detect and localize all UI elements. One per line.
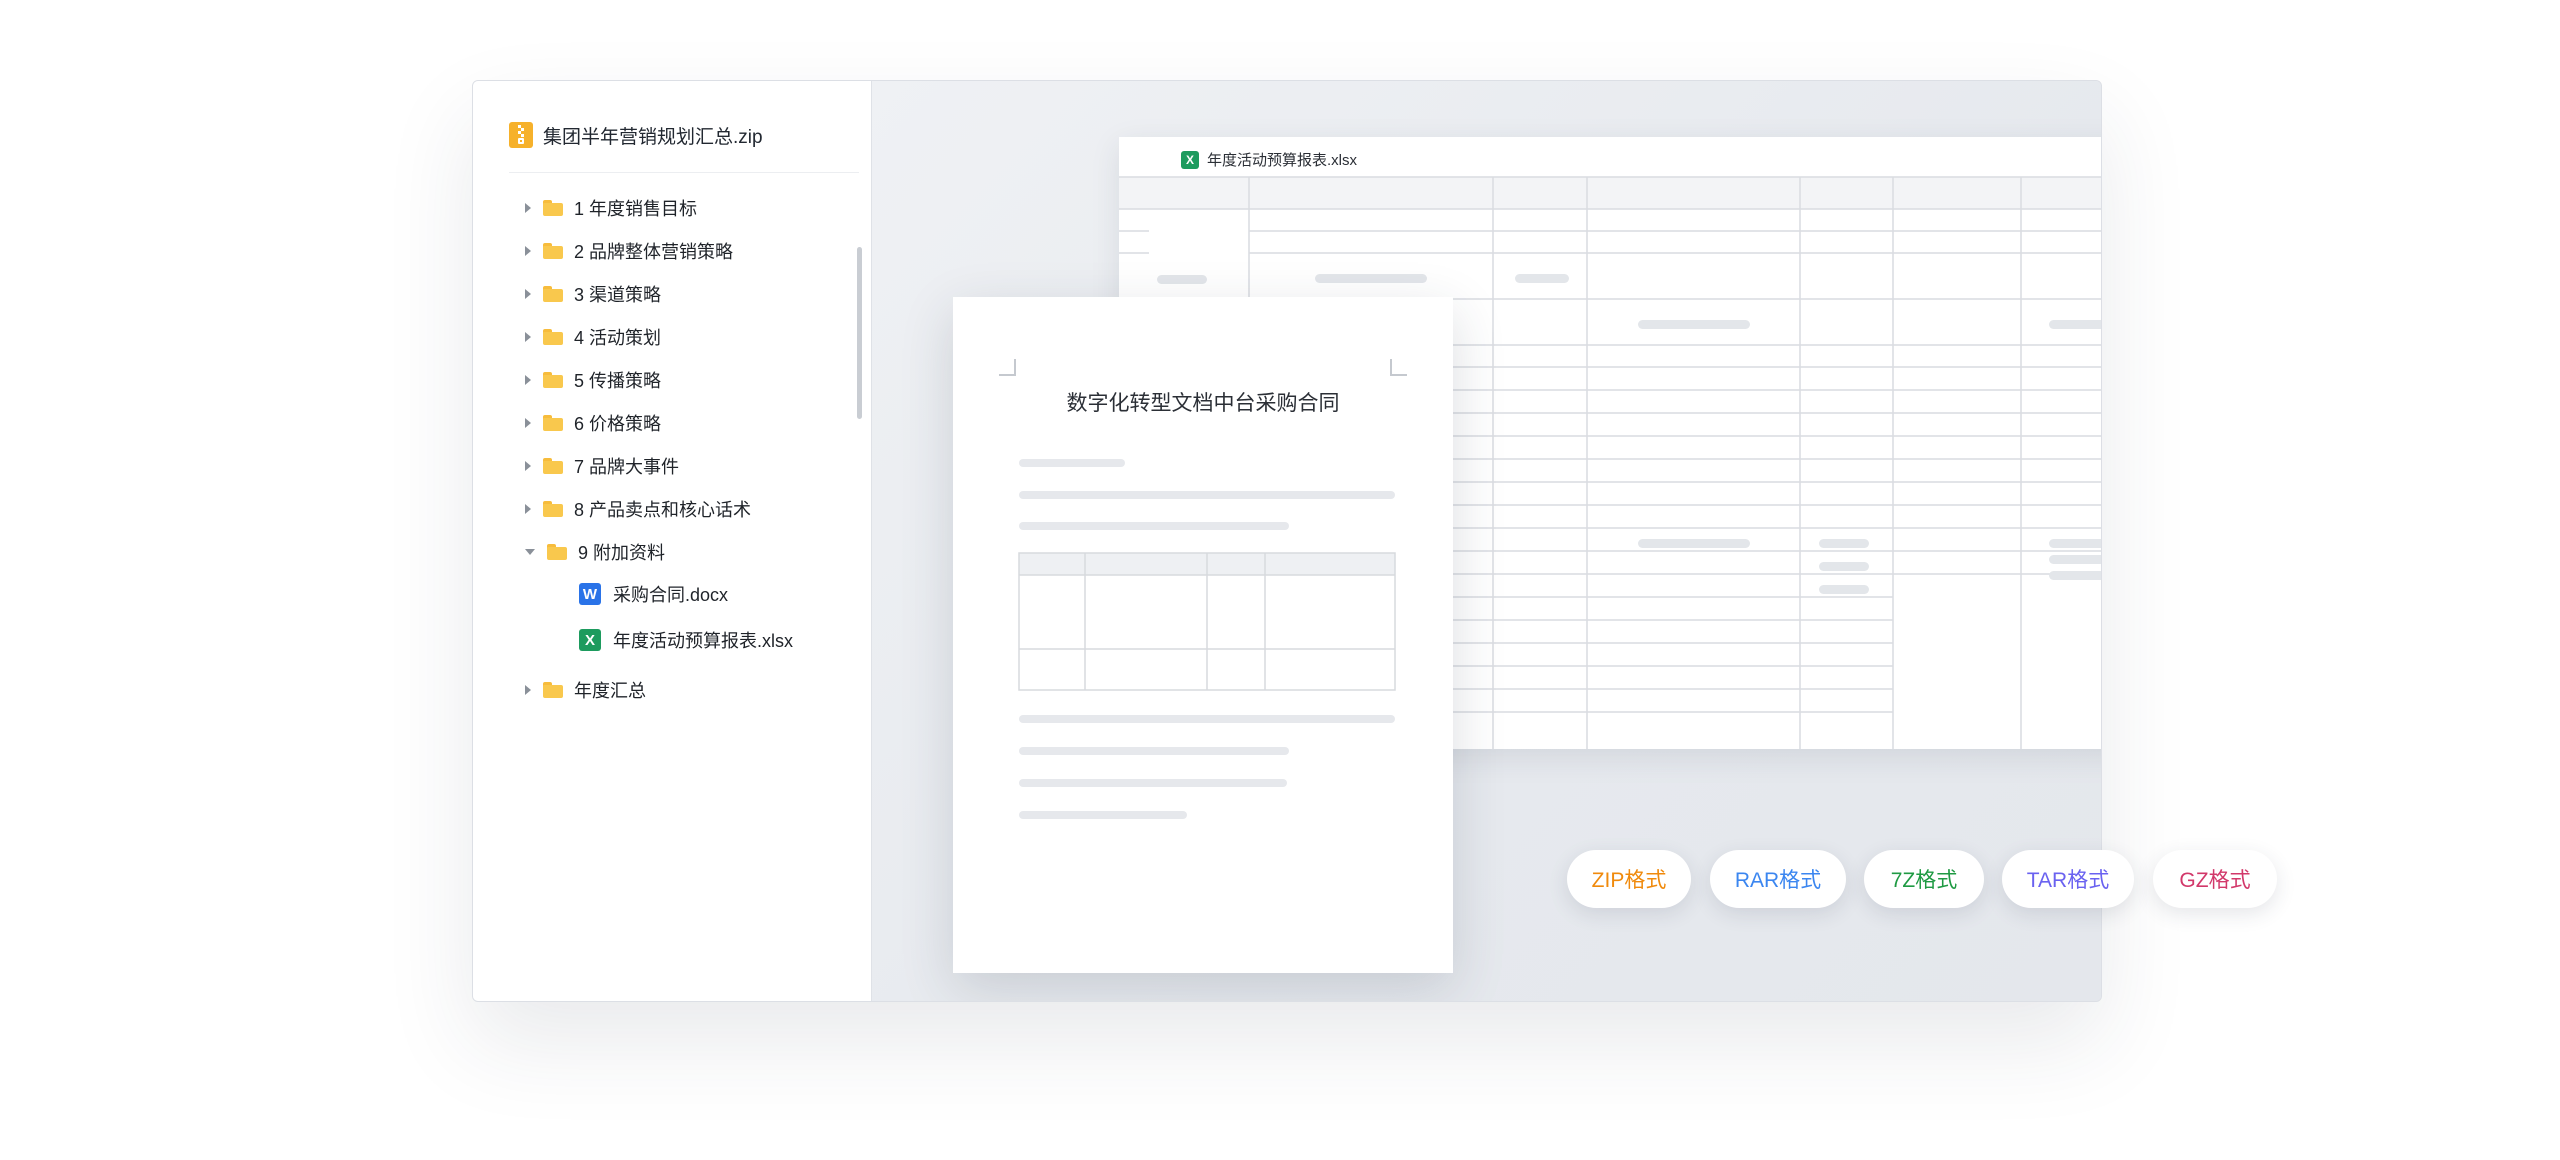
format-tag-label: RAR格式	[1734, 869, 1822, 892]
folder-icon	[543, 682, 563, 698]
word-icon: W	[579, 583, 601, 605]
caret-right-icon[interactable]	[525, 418, 531, 428]
caret-right-icon[interactable]	[525, 332, 531, 342]
folder-icon	[543, 329, 563, 345]
caret-right-icon[interactable]	[525, 289, 531, 299]
format-tag-tar[interactable]: TAR格式	[2002, 850, 2134, 908]
folder-icon	[547, 544, 567, 560]
caret-right-icon[interactable]	[525, 203, 531, 213]
tree-item-label: 4 活动策划	[574, 328, 662, 348]
format-tag-7z[interactable]: 7Z格式	[1864, 850, 1984, 908]
tree-item-label: 年度活动预算报表.xlsx	[613, 631, 793, 651]
format-tag-label: 7Z格式	[1890, 869, 1958, 892]
folder-icon	[543, 415, 563, 431]
excel-icon: X	[579, 629, 601, 651]
caret-right-icon[interactable]	[525, 375, 531, 385]
folder-icon	[543, 458, 563, 474]
folder-icon	[543, 243, 563, 259]
sidebar-scrollbar[interactable]	[857, 247, 862, 419]
folder-icon	[543, 501, 563, 517]
tree-item-label: 6 价格策略	[574, 414, 662, 434]
tree-item-label: 5 传播策略	[574, 371, 662, 391]
tree-item-label: 采购合同.docx	[613, 585, 729, 605]
tree-folder-item[interactable]: 8 产品卖点和核心话术	[525, 494, 751, 524]
zip-archive-icon	[509, 122, 533, 148]
format-tag-rar[interactable]: RAR格式	[1710, 850, 1846, 908]
tree-file-item[interactable]: X 年度活动预算报表.xlsx	[579, 625, 793, 655]
tree-file-item[interactable]: W 采购合同.docx	[579, 579, 728, 609]
tree-folder-item[interactable]: 5 传播策略	[525, 365, 661, 395]
caret-right-icon[interactable]	[525, 504, 531, 514]
tree-folder-item[interactable]: 3 渠道策略	[525, 279, 661, 309]
archive-header[interactable]: 集团半年营销规划汇总.zip	[509, 117, 763, 153]
tree-item-label: 3 渠道策略	[574, 285, 662, 305]
tree-folder-item[interactable]: 6 价格策略	[525, 408, 661, 438]
tree-item-label: 8 产品卖点和核心话术	[574, 500, 752, 520]
caret-right-icon[interactable]	[525, 685, 531, 695]
tree-folder-item[interactable]: 7 品牌大事件	[525, 451, 679, 481]
file-tree-sidebar: 集团半年营销规划汇总.zip 1 年度销售目标 2 品牌整体营销策略 3 渠道策略 4…	[473, 81, 872, 1001]
tree-item-label: 年度汇总	[574, 681, 646, 701]
caret-down-icon[interactable]	[525, 549, 535, 555]
format-tag-label: TAR格式	[2026, 869, 2110, 892]
folder-icon	[543, 372, 563, 388]
document-title: 数字化转型文档中台采购合同	[1066, 392, 1340, 415]
format-tag-gz[interactable]: GZ格式	[2153, 850, 2277, 908]
tree-folder-item[interactable]: 2 品牌整体营销策略	[525, 236, 733, 266]
archive-name: 集团半年营销规划汇总.zip	[543, 126, 763, 148]
format-tag-label: ZIP格式	[1591, 869, 1667, 892]
folder-icon	[543, 286, 563, 302]
format-tag-zip[interactable]: ZIP格式	[1567, 850, 1691, 908]
format-tag-label: GZ格式	[2179, 869, 2251, 892]
archive-viewer-window: 集团半年营销规划汇总.zip 1 年度销售目标 2 品牌整体营销策略 3 渠道策略 4…	[472, 80, 2102, 1002]
caret-right-icon[interactable]	[525, 461, 531, 471]
tree-folder-item[interactable]: 年度汇总	[525, 675, 646, 705]
tree-folder-item[interactable]: 9 附加资料	[525, 537, 665, 567]
tree-item-label: 2 品牌整体营销策略	[574, 242, 734, 262]
tree-folder-item[interactable]: 4 活动策划	[525, 322, 661, 352]
caret-right-icon[interactable]	[525, 246, 531, 256]
tree-folder-item[interactable]: 1 年度销售目标	[525, 193, 697, 223]
folder-icon	[543, 200, 563, 216]
tree-item-label: 7 品牌大事件	[574, 457, 680, 477]
document-preview: 数字化转型文档中台采购合同	[953, 297, 1453, 973]
header-divider	[509, 172, 859, 173]
tree-item-label: 1 年度销售目标	[574, 199, 698, 219]
tree-item-label: 9 附加资料	[578, 543, 666, 563]
